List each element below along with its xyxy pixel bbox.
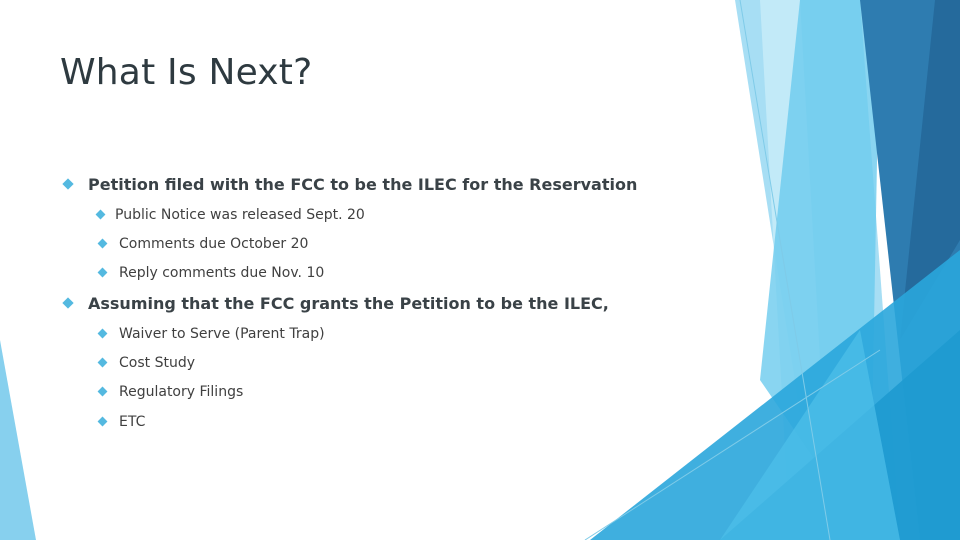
bullet-text: Reply comments due Nov. 10 (119, 265, 325, 281)
bullet-text: Assuming that the FCC grants the Petitio… (88, 294, 609, 313)
bullet-level2: Cost Study (97, 355, 195, 371)
slide-title: What Is Next? (60, 52, 313, 93)
bullet-level2: Reply comments due Nov. 10 (97, 265, 325, 281)
deco-left-shard (0, 340, 36, 540)
bullet-text: Regulatory Filings (119, 384, 244, 400)
bullet-level2: Regulatory Filings (97, 384, 244, 400)
bullet-text: Comments due October 20 (119, 236, 309, 252)
bullet-level1: Assuming that the FCC grants the Petitio… (62, 294, 609, 313)
bullet-text: Waiver to Serve (Parent Trap) (119, 326, 325, 342)
bullet-text: Petition filed with the FCC to be the IL… (88, 175, 638, 194)
bullet-text: Cost Study (119, 355, 195, 371)
bullet-text: Public Notice was released Sept. 20 (115, 207, 365, 223)
bullet-text: ETC (119, 414, 146, 430)
bullet-level2: Comments due October 20 (97, 236, 309, 252)
bullet-level2: Public Notice was released Sept. 20 (95, 207, 365, 223)
bullet-level1: Petition filed with the FCC to be the IL… (62, 175, 638, 194)
bullet-level2: Waiver to Serve (Parent Trap) (97, 326, 325, 342)
bullet-level2: ETC (97, 414, 146, 430)
